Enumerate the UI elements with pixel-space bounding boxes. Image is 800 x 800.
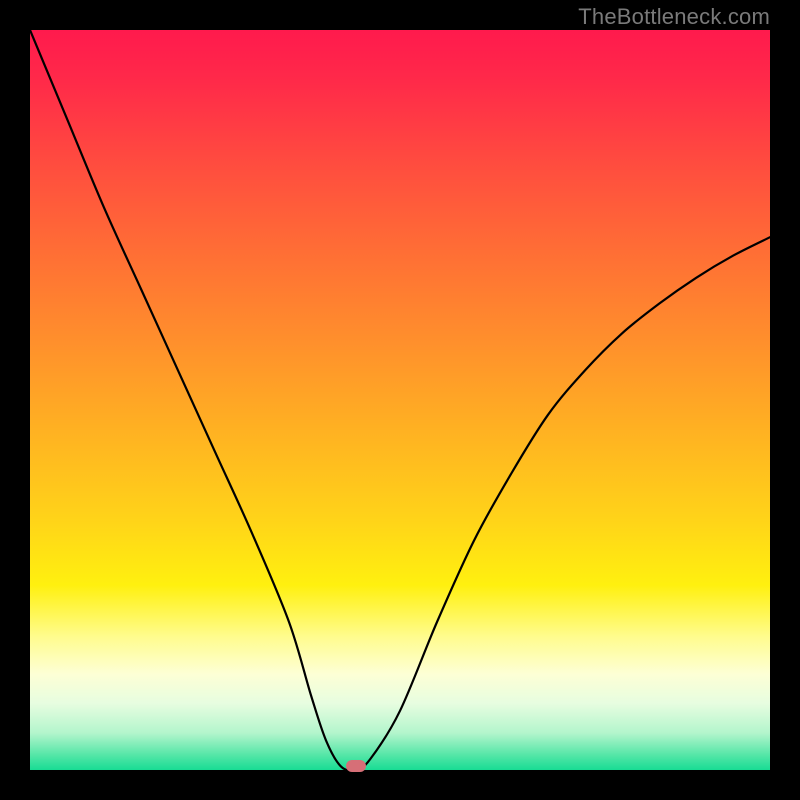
chart-frame: TheBottleneck.com [0, 0, 800, 800]
optimal-point-marker [346, 760, 366, 772]
watermark-text: TheBottleneck.com [578, 4, 770, 30]
plot-area [30, 30, 770, 770]
bottleneck-curve [30, 30, 770, 770]
